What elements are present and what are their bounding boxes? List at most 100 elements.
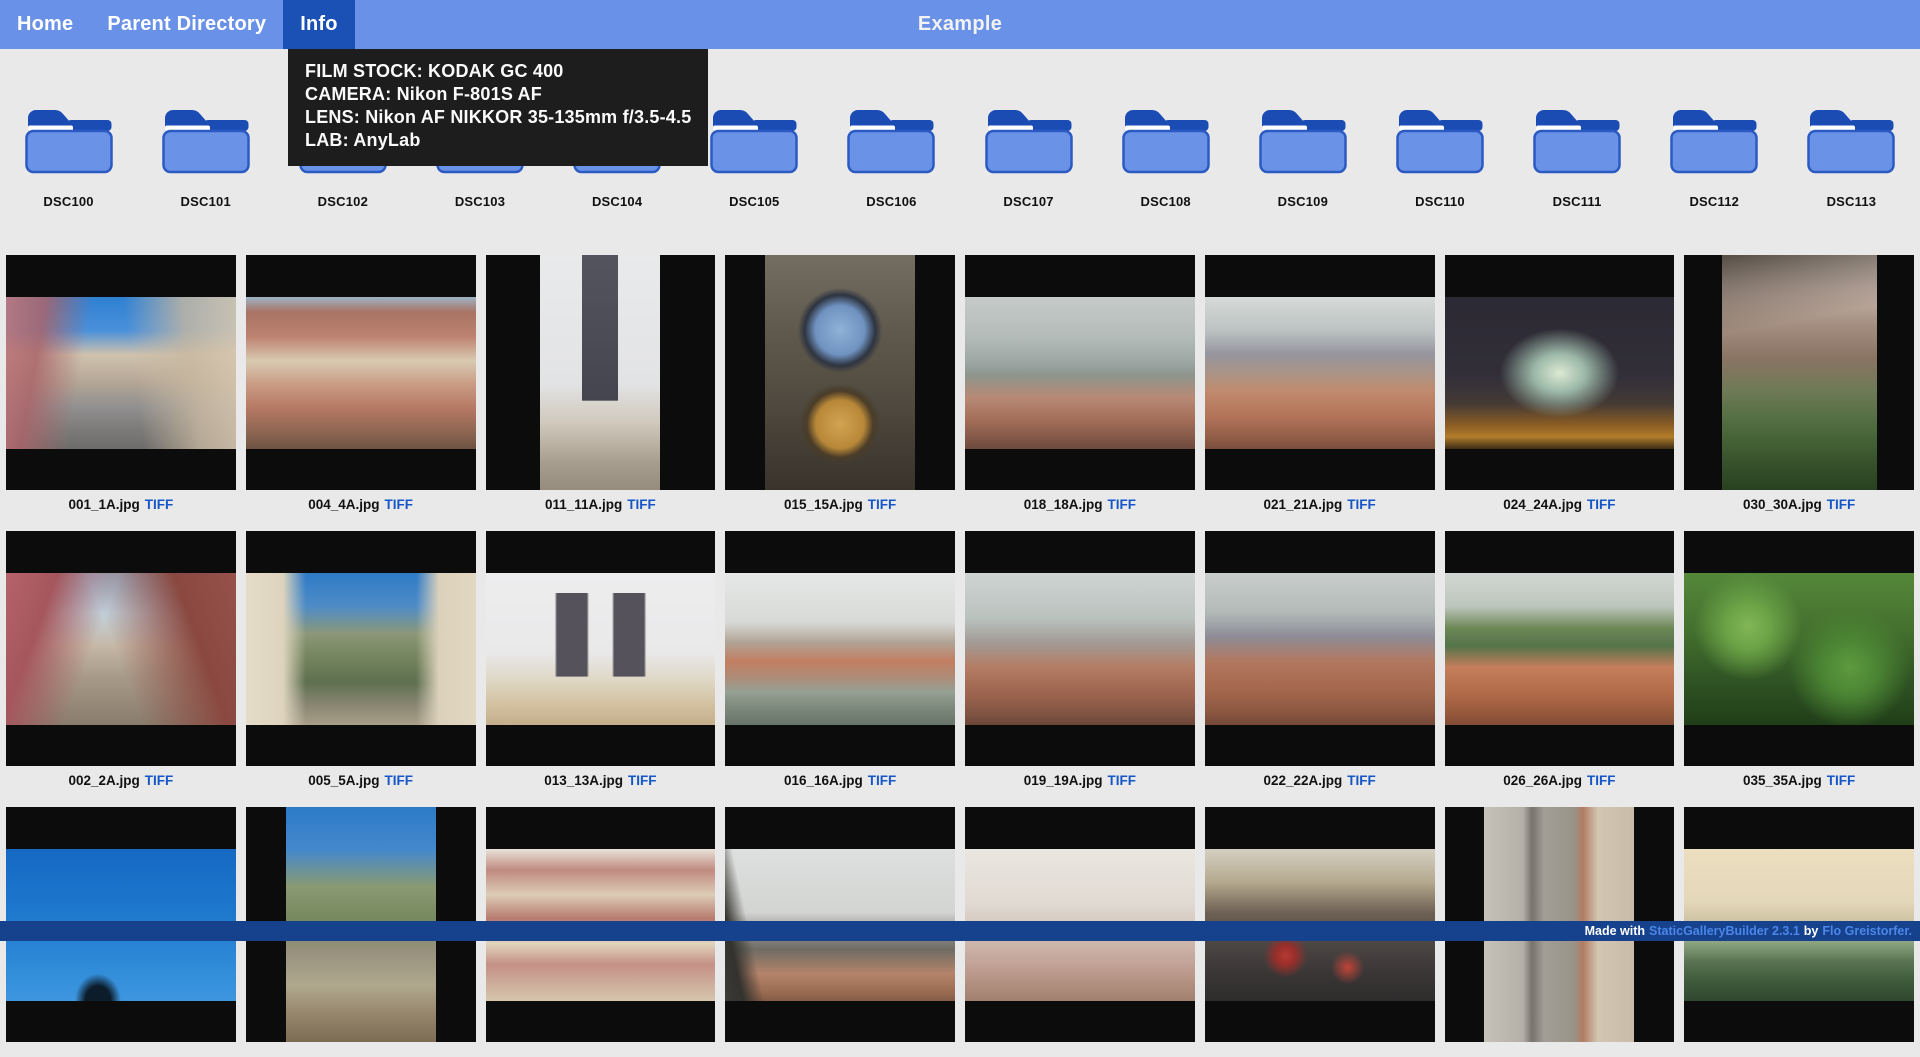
folder-label: DSC112 [1689, 194, 1739, 209]
thumbnail-link[interactable] [1205, 531, 1435, 766]
caption: 024_24A.jpgTIFF [1445, 497, 1675, 516]
folder-dsc101[interactable]: DSC101 [137, 104, 274, 209]
caption: 019_19A.jpgTIFF [965, 773, 1195, 792]
image-filename: 013_13A.jpg [544, 773, 623, 788]
gallery-item: 001_1A.jpgTIFF [6, 255, 236, 516]
photo [1445, 573, 1675, 725]
thumbnail-link[interactable] [1684, 255, 1914, 490]
tiff-link[interactable]: TIFF [1108, 773, 1137, 788]
folder-dsc106[interactable]: DSC106 [823, 104, 960, 209]
gallery-row-1: 001_1A.jpgTIFF 004_4A.jpg TIFF 011_11A.jpg T… [6, 255, 1914, 516]
thumbnail-link[interactable] [246, 255, 476, 490]
folder-icon [23, 104, 115, 176]
photo [540, 255, 660, 490]
thumbnail-link[interactable] [6, 531, 236, 766]
thumbnail-link[interactable] [1445, 531, 1675, 766]
photo [486, 573, 716, 725]
image-filename: 035_35A.jpg [1743, 773, 1822, 788]
tiff-link[interactable]: TIFF [145, 497, 174, 512]
folder-icon [1394, 104, 1486, 176]
tiff-link[interactable]: TIFF [1108, 497, 1137, 512]
navbar: HomeParent DirectoryInfo Example [0, 0, 1920, 49]
tiff-link[interactable]: TIFF [868, 497, 897, 512]
folder-dsc113[interactable]: DSC113 [1783, 104, 1920, 209]
thumbnail-link[interactable] [725, 255, 955, 490]
tiff-link[interactable]: TIFF [385, 497, 414, 512]
tiff-link[interactable]: TIFF [145, 773, 174, 788]
gallery-item: 011_11A.jpg TIFF [486, 255, 716, 516]
caption: 016_16A.jpgTIFF [725, 773, 955, 792]
thumbnail-link[interactable] [246, 531, 476, 766]
tiff-link[interactable]: TIFF [1347, 773, 1376, 788]
tiff-link[interactable]: TIFF [1827, 497, 1856, 512]
nav-link-info[interactable]: Info [283, 0, 354, 49]
tiff-link[interactable]: TIFF [627, 497, 656, 512]
thumbnail-link[interactable] [1684, 531, 1914, 766]
tooltip-line: LAB: AnyLab [305, 129, 691, 152]
photo [965, 573, 1195, 725]
folder-label: DSC108 [1141, 194, 1191, 209]
tiff-link[interactable]: TIFF [628, 773, 657, 788]
gallery-item: 030_30A.jpg TIFF [1684, 255, 1914, 516]
folder-label: DSC104 [592, 194, 642, 209]
folder-icon [845, 104, 937, 176]
caption: 026_26A.jpg TIFF [1445, 773, 1675, 792]
folder-dsc112[interactable]: DSC112 [1646, 104, 1783, 209]
image-filename: 005_5A.jpg [308, 773, 379, 788]
tiff-link[interactable]: TIFF [1827, 773, 1856, 788]
image-filename: 011_11A.jpg [545, 497, 622, 512]
photo [1722, 255, 1877, 490]
gallery-item: 022_22A.jpgTIFF [1205, 531, 1435, 792]
caption: 030_30A.jpg TIFF [1684, 497, 1914, 516]
folder-dsc107[interactable]: DSC107 [960, 104, 1097, 209]
folder-label: DSC105 [729, 194, 779, 209]
photo [246, 573, 476, 725]
caption: 018_18A.jpgTIFF [965, 497, 1195, 516]
nav-link-home[interactable]: Home [0, 0, 90, 49]
folder-icon [1531, 104, 1623, 176]
caption: 035_35A.jpg TIFF [1684, 773, 1914, 792]
folder-dsc109[interactable]: DSC109 [1234, 104, 1371, 209]
tiff-link[interactable]: TIFF [1587, 773, 1616, 788]
folder-icon [160, 104, 252, 176]
caption: 005_5A.jpg TIFF [246, 773, 476, 792]
nav-link-parent-directory[interactable]: Parent Directory [90, 0, 283, 49]
photo [725, 573, 955, 725]
builder-link[interactable]: StaticGalleryBuilder 2.3.1 [1649, 924, 1800, 938]
image-filename: 026_26A.jpg [1503, 773, 1582, 788]
thumbnail-link[interactable] [725, 531, 955, 766]
tiff-link[interactable]: TIFF [868, 773, 897, 788]
caption: 015_15A.jpgTIFF [725, 497, 955, 516]
tooltip-line: CAMERA: Nikon F-801S AF [305, 83, 691, 106]
folder-dsc110[interactable]: DSC110 [1371, 104, 1508, 209]
gallery-item: 015_15A.jpgTIFF [725, 255, 955, 516]
caption: 021_21A.jpg TIFF [1205, 497, 1435, 516]
thumbnail-link[interactable] [1205, 255, 1435, 490]
tiff-link[interactable]: TIFF [385, 773, 414, 788]
photo [6, 573, 236, 725]
thumbnail-link[interactable] [486, 531, 716, 766]
tiff-link[interactable]: TIFF [1587, 497, 1616, 512]
thumbnail-link[interactable] [1445, 255, 1675, 490]
image-filename: 030_30A.jpg [1743, 497, 1822, 512]
gallery-item: 035_35A.jpg TIFF [1684, 531, 1914, 792]
folder-dsc111[interactable]: DSC111 [1509, 104, 1646, 209]
thumbnail-link[interactable] [6, 255, 236, 490]
author-link[interactable]: Flo Greistorfer. [1822, 924, 1912, 938]
image-filename: 004_4A.jpg [308, 497, 379, 512]
folder-label: DSC110 [1415, 194, 1465, 209]
folder-label: DSC107 [1003, 194, 1053, 209]
tiff-link[interactable]: TIFF [1347, 497, 1376, 512]
folder-label: DSC109 [1278, 194, 1328, 209]
folder-label: DSC106 [866, 194, 916, 209]
photo [1205, 573, 1435, 725]
thumbnail-link[interactable] [965, 255, 1195, 490]
folder-dsc108[interactable]: DSC108 [1097, 104, 1234, 209]
thumbnail-link[interactable] [486, 255, 716, 490]
image-filename: 002_2A.jpg [68, 773, 139, 788]
folder-dsc100[interactable]: DSC100 [0, 104, 137, 209]
caption: 013_13A.jpg TIFF [486, 773, 716, 792]
image-filename: 021_21A.jpg [1263, 497, 1342, 512]
thumbnail-link[interactable] [965, 531, 1195, 766]
gallery-item: 002_2A.jpg TIFF [6, 531, 236, 792]
